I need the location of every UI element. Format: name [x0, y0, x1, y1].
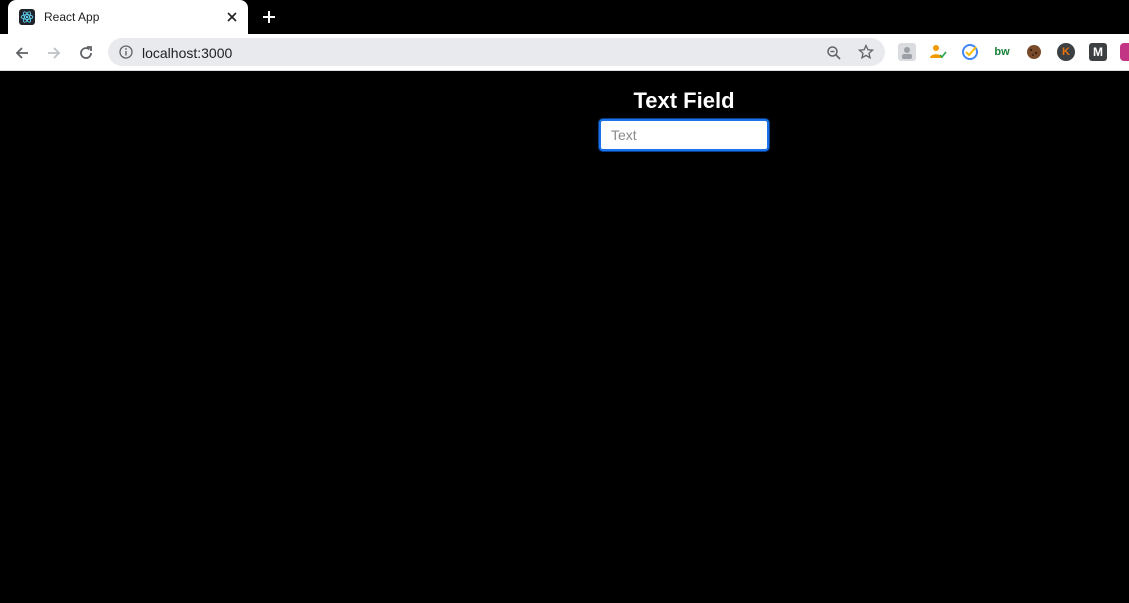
react-logo-icon	[19, 9, 35, 25]
forward-button[interactable]	[42, 41, 66, 65]
close-icon[interactable]	[224, 9, 240, 25]
instagram-extension-icon[interactable]	[1120, 43, 1129, 61]
reload-icon	[80, 46, 92, 59]
zoom-out-icon[interactable]	[825, 44, 843, 62]
info-icon[interactable]	[118, 44, 134, 60]
bw-extension-icon[interactable]: bw	[993, 43, 1011, 61]
cookie-extension-icon[interactable]	[1025, 43, 1043, 61]
page-heading: Text Field	[633, 88, 735, 113]
browser-toolbar: localhost:3000 bw K M	[0, 34, 1129, 71]
browser-tab[interactable]: React App	[8, 0, 248, 34]
back-button[interactable]	[10, 41, 34, 65]
bookmark-star-icon[interactable]	[857, 43, 875, 61]
k-extension-label: K	[1062, 46, 1070, 58]
text-input[interactable]	[599, 119, 769, 151]
arrow-left-icon	[15, 47, 28, 59]
arrow-right-icon	[48, 47, 61, 59]
checkmark-circle-extension-icon[interactable]	[961, 43, 979, 61]
address-bar[interactable]: localhost:3000	[108, 38, 885, 66]
reload-button[interactable]	[74, 41, 98, 65]
user-check-extension-icon[interactable]	[929, 43, 947, 61]
tab-title: React App	[44, 10, 100, 24]
profile-extension-icon[interactable]	[898, 43, 916, 61]
k-extension-icon[interactable]: K	[1057, 43, 1075, 61]
m-extension-icon[interactable]: M	[1089, 43, 1107, 61]
url-text[interactable]: localhost:3000	[142, 45, 232, 61]
bw-extension-label: bw	[994, 46, 1010, 58]
m-extension-label: M	[1093, 45, 1103, 59]
tab-strip: React App	[0, 0, 1129, 34]
new-tab-button[interactable]	[258, 6, 280, 28]
page-content: Text Field	[0, 71, 1129, 603]
